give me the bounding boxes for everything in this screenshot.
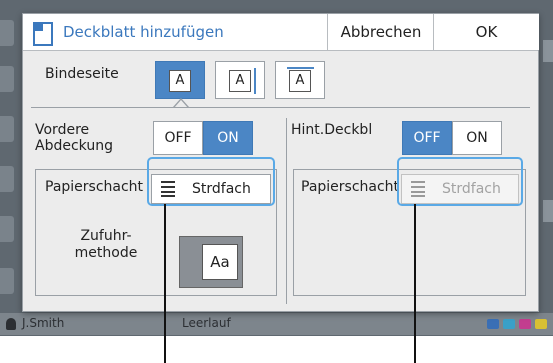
indicator-chip (487, 319, 499, 329)
back-cover-label: Hint.Deckbl (291, 122, 373, 138)
binding-side-label: Bindeseite (45, 66, 119, 82)
front-cover-on-button[interactable]: ON (203, 121, 253, 155)
dialog-title: Deckblatt hinzufügen (63, 23, 224, 41)
binding-edge-marker (254, 68, 256, 94)
back-cover-on-button[interactable]: ON (452, 121, 502, 155)
front-cover-off-button[interactable]: OFF (153, 121, 203, 155)
background-side-tab (0, 116, 14, 142)
background-side-tab (0, 166, 14, 192)
background-right-tab (543, 40, 553, 62)
ok-button[interactable]: OK (433, 14, 539, 50)
binding-edge-marker (287, 67, 314, 69)
callout-line (164, 204, 166, 363)
feed-method-button[interactable]: Aa (179, 236, 243, 288)
indicator-chip (503, 319, 515, 329)
feed-method-label: Zufuhr-methode (74, 228, 138, 261)
binding-top-icon: A (289, 70, 311, 92)
cancel-button[interactable]: Abbrechen (327, 14, 434, 50)
status-indicators (487, 319, 547, 329)
indicator-chip (535, 319, 547, 329)
section-divider (31, 107, 530, 108)
column-divider (286, 118, 287, 304)
binding-left-icon: A (169, 70, 191, 92)
binding-top-button[interactable]: A (275, 61, 325, 99)
background-side-tab (0, 20, 14, 46)
binding-right-button[interactable]: A (215, 61, 265, 99)
document-icon (33, 22, 53, 46)
background-side-tab (0, 66, 14, 92)
indicator-chip (519, 319, 531, 329)
front-cover-label: Vordere Abdeckung (35, 122, 113, 154)
front-tray-highlight (147, 157, 275, 206)
callout-line (414, 204, 416, 363)
binding-left-button[interactable]: A (155, 61, 205, 99)
back-cover-off-button[interactable]: OFF (402, 121, 452, 155)
status-user: J.Smith (22, 316, 65, 330)
back-tray-highlight (397, 157, 523, 206)
user-icon (6, 318, 16, 330)
feed-method-icon: Aa (202, 244, 238, 280)
dialog-title-bar: Deckblatt hinzufügen Abbrechen OK (23, 14, 539, 51)
status-text: Leerlauf (182, 316, 231, 330)
background-side-tab (0, 268, 14, 294)
front-paper-tray-label: Papierschacht (45, 179, 144, 195)
back-paper-tray-label: Papierschacht (301, 179, 400, 195)
status-bar: J.Smith Leerlauf (0, 313, 553, 335)
add-cover-dialog: Deckblatt hinzufügen Abbrechen OK Bindes… (22, 13, 539, 312)
background-right-tab (543, 200, 553, 222)
background-side-tab (0, 216, 14, 242)
binding-right-icon: A (229, 70, 251, 92)
